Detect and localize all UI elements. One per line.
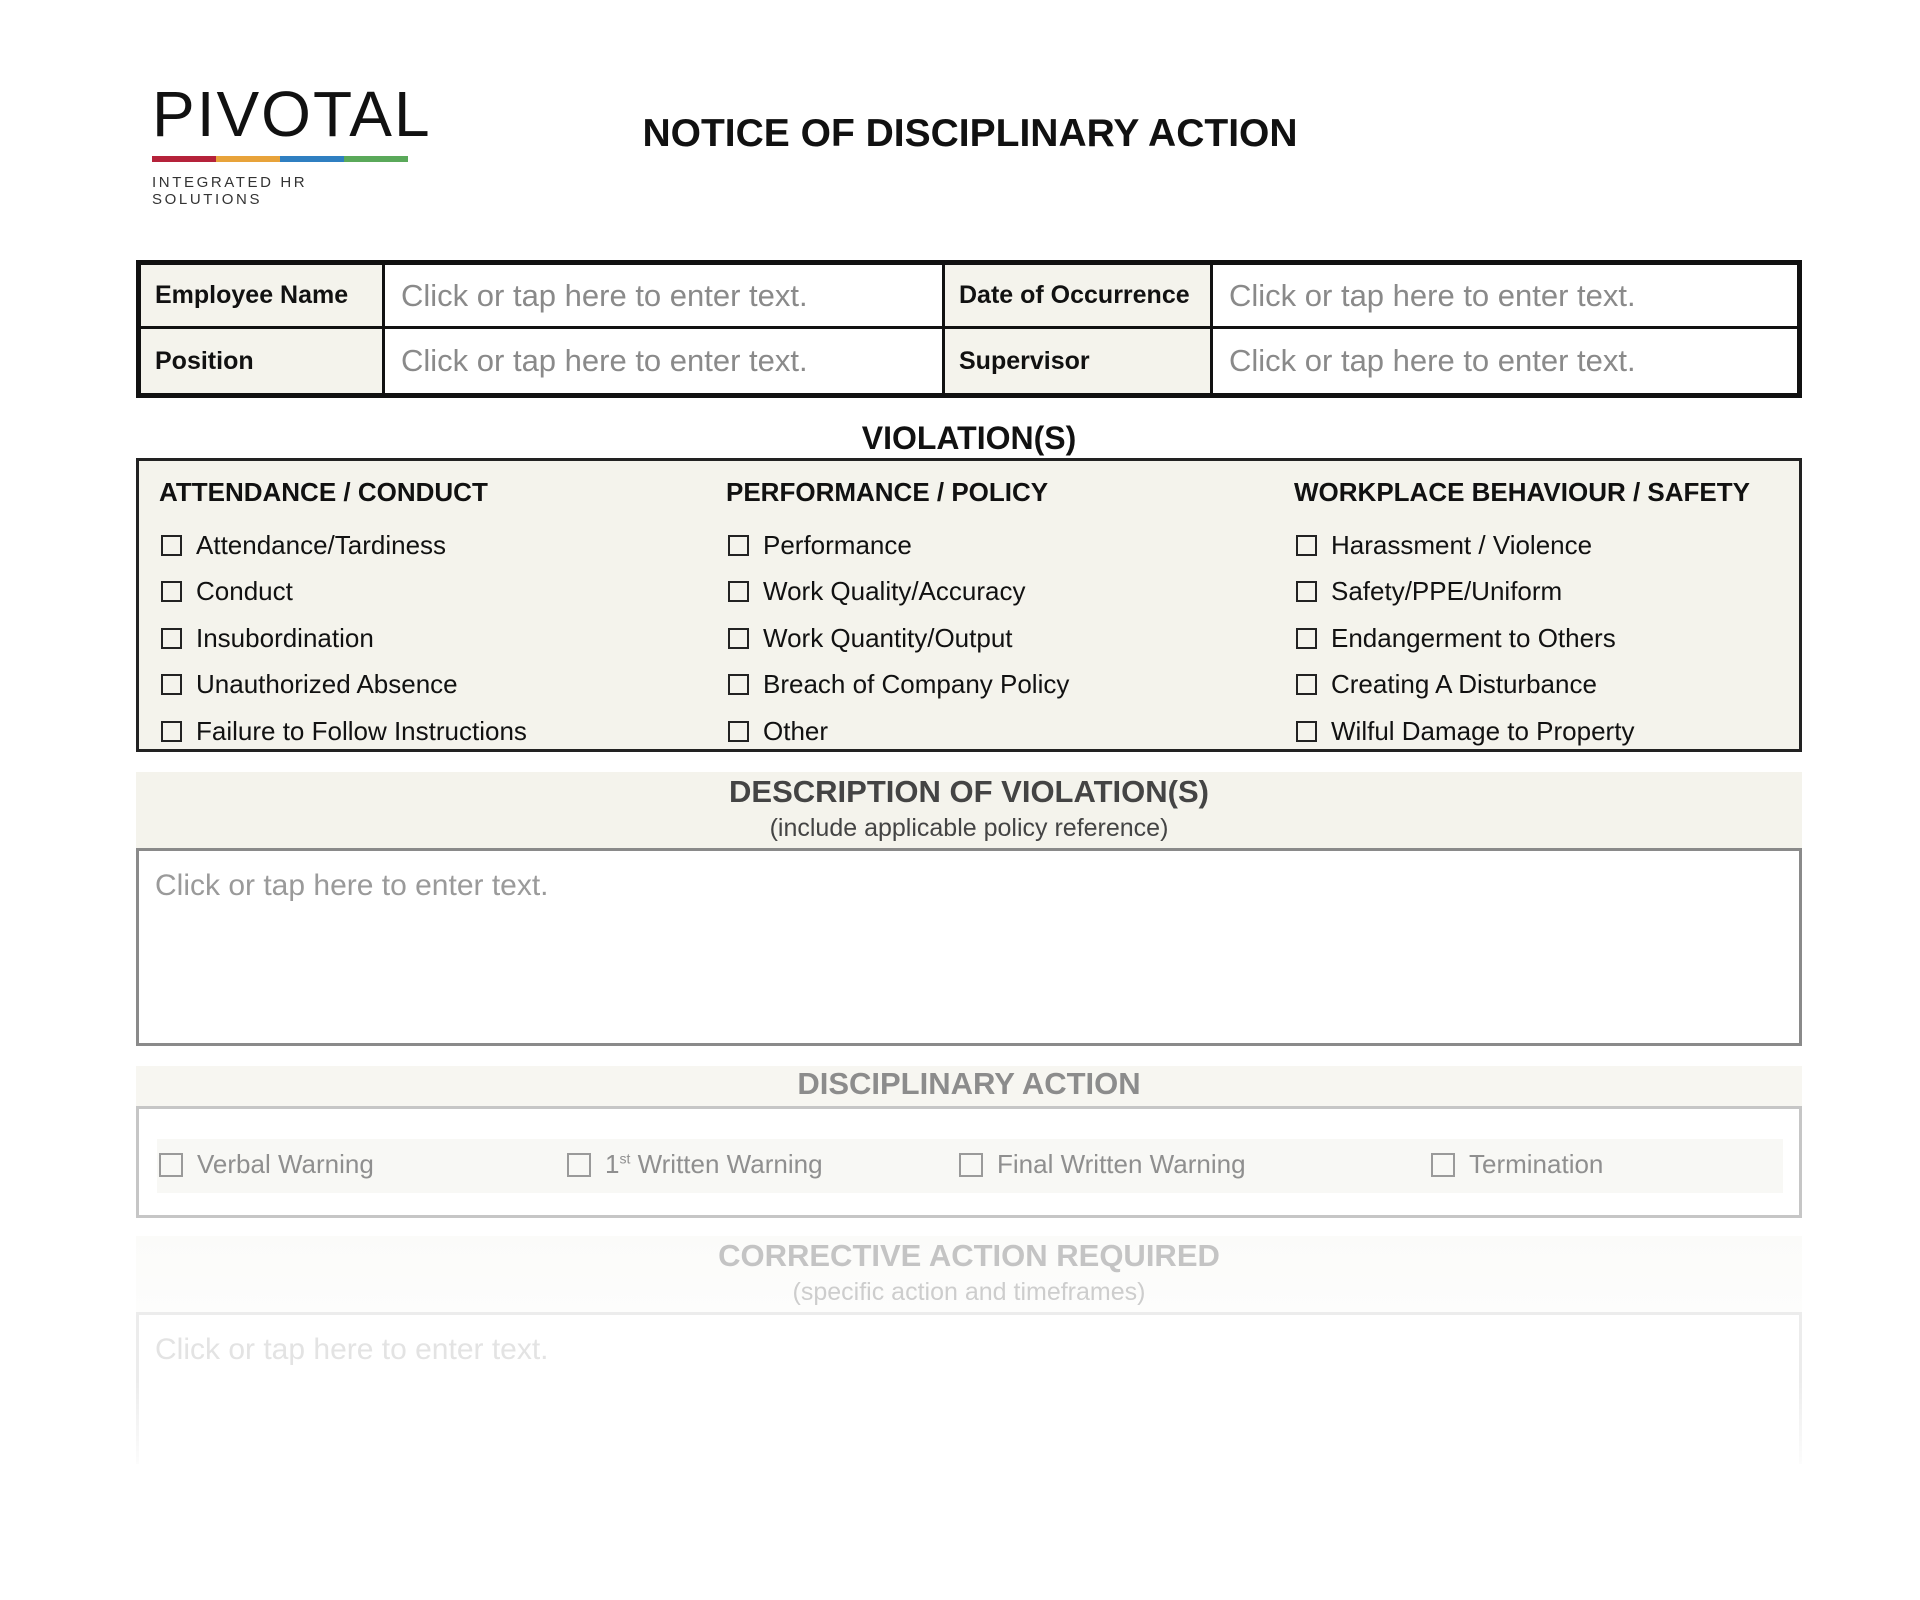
- logo-bar-orange: [216, 156, 280, 162]
- checkbox[interactable]: [161, 581, 182, 603]
- checkbox[interactable]: [1296, 581, 1317, 603]
- violation-option[interactable]: Insubordination: [159, 615, 527, 662]
- violation-option-label: Work Quantity/Output: [763, 622, 1013, 653]
- violation-option[interactable]: Unauthorized Absence: [159, 662, 527, 709]
- description-subtitle: (include applicable policy reference): [769, 814, 1169, 842]
- checkbox[interactable]: [1296, 720, 1317, 742]
- violation-option[interactable]: Failure to Follow Instructions: [159, 708, 527, 755]
- violation-option[interactable]: Harassment / Violence: [1294, 522, 1750, 569]
- violations-title: VIOLATION(S): [861, 420, 1077, 456]
- date-of-occurrence-label: Date of Occurrence: [945, 265, 1213, 329]
- violation-option-label: Unauthorized Absence: [196, 669, 458, 700]
- violation-option-label: Performance: [763, 529, 912, 560]
- logo-tagline: INTEGRATED HR SOLUTIONS: [152, 174, 308, 208]
- checkbox[interactable]: [728, 674, 749, 696]
- disciplinary-option-termination[interactable]: Termination: [1429, 1149, 1603, 1180]
- checkbox[interactable]: [728, 534, 749, 556]
- violation-option-label: Safety/PPE/Uniform: [1331, 576, 1563, 607]
- checkbox[interactable]: [567, 1152, 591, 1177]
- corrective-action-title: CORRECTIVE ACTION REQUIRED: [718, 1238, 1220, 1273]
- supervisor-label: Supervisor: [945, 329, 1213, 393]
- disciplinary-option-verbal[interactable]: Verbal Warning: [157, 1149, 374, 1180]
- violation-option[interactable]: Performance: [726, 522, 1069, 569]
- disciplinary-option-final-written[interactable]: Final Written Warning: [957, 1149, 1246, 1180]
- logo-bar-red: [152, 156, 216, 162]
- violation-option-label: Failure to Follow Instructions: [196, 715, 527, 746]
- disciplinary-option-label: 1st Written Warning: [605, 1149, 823, 1180]
- checkbox[interactable]: [1296, 674, 1317, 696]
- logo-color-bar: [152, 156, 408, 162]
- checkbox[interactable]: [161, 534, 182, 556]
- logo-bar-blue: [280, 156, 344, 162]
- employee-name-label: Employee Name: [141, 265, 385, 329]
- violation-option[interactable]: Attendance/Tardiness: [159, 522, 527, 569]
- violation-option[interactable]: Other: [726, 708, 1069, 755]
- disciplinary-option-first-written[interactable]: 1st Written Warning: [565, 1149, 823, 1180]
- position-label: Position: [141, 329, 385, 393]
- checkbox[interactable]: [1296, 534, 1317, 556]
- disciplinary-option-label: Verbal Warning: [197, 1149, 374, 1179]
- employee-name-field[interactable]: Click or tap here to enter text.: [385, 265, 945, 329]
- violation-option[interactable]: Work Quality/Accuracy: [726, 569, 1069, 616]
- violation-option-label: Breach of Company Policy: [763, 669, 1070, 700]
- checkbox[interactable]: [728, 627, 749, 649]
- violation-option[interactable]: Endangerment to Others: [1294, 615, 1750, 662]
- logo-bar-green: [344, 156, 408, 162]
- violation-option-label: Harassment / Violence: [1331, 529, 1593, 560]
- disciplinary-options-row: Verbal Warning 1st Written Warning Final…: [157, 1139, 1783, 1193]
- corrective-action-header: CORRECTIVE ACTION REQUIRED (specific act…: [136, 1236, 1802, 1314]
- checkbox[interactable]: [161, 720, 182, 742]
- violation-column-performance: PERFORMANCE / POLICY Performance Work Qu…: [726, 477, 1069, 755]
- company-logo: PIVOTAL INTEGRATED HR SOLUTIONS: [152, 78, 432, 208]
- checkbox[interactable]: [161, 627, 182, 649]
- ordinal-number: 1: [605, 1149, 620, 1179]
- disciplinary-action-box: Verbal Warning 1st Written Warning Final…: [136, 1106, 1802, 1218]
- violation-column-heading: ATTENDANCE / CONDUCT: [159, 477, 488, 507]
- violation-option-label: Conduct: [196, 576, 293, 607]
- violation-option[interactable]: Wilful Damage to Property: [1294, 708, 1750, 755]
- checkbox[interactable]: [1296, 627, 1317, 649]
- violation-column-heading: WORKPLACE BEHAVIOUR / SAFETY: [1294, 477, 1750, 507]
- description-field[interactable]: Click or tap here to enter text.: [136, 848, 1802, 1046]
- ordinal-suffix: st: [619, 1150, 631, 1167]
- violation-column-attendance: ATTENDANCE / CONDUCT Attendance/Tardines…: [159, 477, 527, 755]
- disciplinary-action-title: DISCIPLINARY ACTION: [136, 1066, 1802, 1106]
- violation-option-label: Other: [763, 715, 829, 746]
- checkbox[interactable]: [959, 1152, 983, 1177]
- violation-option[interactable]: Work Quantity/Output: [726, 615, 1069, 662]
- violation-column-behaviour: WORKPLACE BEHAVIOUR / SAFETY Harassment …: [1294, 477, 1750, 755]
- violation-option[interactable]: Conduct: [159, 569, 527, 616]
- option-text: Written Warning: [630, 1149, 823, 1179]
- description-title: DESCRIPTION OF VIOLATION(S): [729, 774, 1209, 809]
- document-title: NOTICE OF DISCIPLINARY ACTION: [642, 112, 1298, 155]
- violation-option[interactable]: Safety/PPE/Uniform: [1294, 569, 1750, 616]
- checkbox[interactable]: [1431, 1152, 1455, 1177]
- logo-wordmark: PIVOTAL: [152, 78, 432, 150]
- violation-option[interactable]: Creating A Disturbance: [1294, 662, 1750, 709]
- violation-option-label: Attendance/Tardiness: [196, 529, 447, 560]
- checkbox[interactable]: [728, 720, 749, 742]
- violation-option-label: Creating A Disturbance: [1331, 669, 1597, 700]
- violation-column-heading: PERFORMANCE / POLICY: [726, 477, 1049, 507]
- corrective-action-subtitle: (specific action and timeframes): [792, 1278, 1146, 1306]
- position-field[interactable]: Click or tap here to enter text.: [385, 329, 945, 393]
- employee-info-table: Employee Name Click or tap here to enter…: [136, 260, 1802, 398]
- violations-box: ATTENDANCE / CONDUCT Attendance/Tardines…: [136, 458, 1802, 752]
- disciplinary-option-label: Termination: [1469, 1149, 1604, 1179]
- fade-overlay: [130, 1380, 1810, 1480]
- checkbox[interactable]: [159, 1152, 183, 1177]
- date-of-occurrence-field[interactable]: Click or tap here to enter text.: [1213, 265, 1797, 329]
- checkbox[interactable]: [728, 581, 749, 603]
- violation-option-label: Wilful Damage to Property: [1331, 715, 1635, 746]
- violation-option-label: Insubordination: [196, 622, 374, 653]
- violation-option-label: Endangerment to Others: [1331, 622, 1616, 653]
- violation-option[interactable]: Breach of Company Policy: [726, 662, 1069, 709]
- description-header: DESCRIPTION OF VIOLATION(S) (include app…: [136, 772, 1802, 850]
- violation-option-label: Work Quality/Accuracy: [763, 576, 1026, 607]
- supervisor-field[interactable]: Click or tap here to enter text.: [1213, 329, 1797, 393]
- checkbox[interactable]: [161, 674, 182, 696]
- disciplinary-option-label: Final Written Warning: [997, 1149, 1246, 1179]
